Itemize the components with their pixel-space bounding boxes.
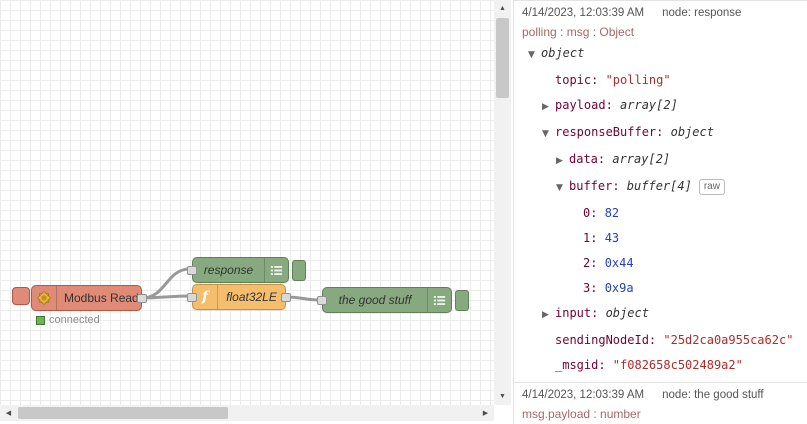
flow-canvas[interactable]: Modbus Read connected response f float32… (0, 0, 494, 405)
debug-enable-toggle[interactable] (292, 260, 306, 281)
tree-row: 1: 43 (522, 226, 801, 251)
modbus-read-node[interactable]: Modbus Read (31, 285, 147, 311)
tree-row: _msgid: "f082658c502489a2" (522, 353, 801, 378)
scroll-down-arrow-icon[interactable]: ▼ (494, 388, 511, 405)
status-dot-icon (36, 315, 45, 325)
tree-value: object (605, 306, 649, 320)
tree-row: 3: 0x9a (522, 276, 801, 301)
tree-value: "f082658c502489a2" (612, 358, 743, 372)
tree-row: ▼ responseBuffer: object (522, 120, 801, 147)
tree-row: ▶ payload: array[2] (522, 93, 801, 120)
tree-row: sendingNodeId: "25d2ca0a955ca62c" (522, 328, 801, 353)
node-label: response (203, 263, 254, 277)
horizontal-scrollbar[interactable]: ◀ ▶ (0, 405, 494, 421)
input-port[interactable] (187, 293, 197, 302)
scroll-right-arrow-icon[interactable]: ▶ (477, 405, 494, 421)
json-tree: ▼ object topic: "polling" ▶ payload: array[2… (522, 41, 801, 378)
modbus-icon (32, 286, 57, 310)
debug-node-good-stuff[interactable]: the good stuff (317, 287, 469, 313)
status-text: connected (49, 314, 100, 326)
scroll-up-arrow-icon[interactable]: ▲ (494, 0, 511, 17)
node-label: the good stuff (338, 293, 412, 307)
output-port[interactable] (137, 294, 147, 303)
tree-row: ▼ object (522, 41, 801, 68)
tree-value: "25d2ca0a955ca62c" (663, 333, 794, 347)
tree-value: 0x44 (604, 256, 634, 270)
debug-timestamp: 4/14/2023, 12:03:39 AM (522, 389, 645, 401)
expand-arrow-icon[interactable]: ▶ (556, 149, 569, 174)
collapse-arrow-icon[interactable]: ▼ (528, 43, 541, 68)
tree-row: ▶ input: object (522, 301, 801, 328)
tree-key: payload: (555, 98, 621, 112)
debug-list-icon (427, 288, 451, 312)
tree-key: sendingNodeId: (555, 333, 664, 347)
tree-key: _msgid: (555, 358, 613, 372)
scroll-left-arrow-icon[interactable]: ◀ (0, 405, 17, 421)
tree-row: 0: 82 (522, 201, 801, 226)
debug-message-good-stuff: 4/14/2023, 12:03:39 AM node: the good stu… (514, 382, 807, 424)
vertical-scrollbar[interactable]: ▲ ▼ (494, 0, 511, 405)
tree-row: ▼ buffer: buffer[4] raw (522, 174, 801, 201)
node-label: Modbus Read (64, 291, 139, 305)
tree-value: 82 (604, 206, 620, 220)
debug-node-response[interactable]: response (187, 257, 306, 283)
wire-float32-to-goodstuff[interactable] (285, 295, 321, 302)
tree-key: 0: (583, 206, 605, 220)
tree-value: object (670, 125, 714, 139)
tree-key: responseBuffer: (555, 125, 671, 139)
horizontal-scroll-thumb[interactable] (18, 407, 228, 419)
tree-row: ▶ data: array[2] (522, 147, 801, 174)
tree-value: object (541, 46, 585, 60)
collapse-arrow-icon[interactable]: ▼ (542, 122, 555, 147)
tree-value: array[2] (612, 152, 671, 166)
node-label: float32LE (226, 290, 277, 304)
tree-value: buffer[4] (626, 179, 692, 193)
tree-key: 2: (583, 256, 605, 270)
node-status: connected (36, 314, 100, 326)
debug-message-meta: 4/14/2023, 12:03:39 AM node: response (522, 5, 801, 21)
tree-key: 1: (583, 231, 605, 245)
wires-layer (141, 267, 321, 302)
expand-arrow-icon[interactable]: ▶ (542, 303, 555, 328)
debug-source-node: node: the good stuff (662, 389, 764, 401)
tree-value: "polling" (605, 73, 671, 87)
output-port[interactable] (281, 293, 291, 302)
raw-toggle-button[interactable]: raw (698, 179, 725, 195)
debug-enable-toggle[interactable] (455, 290, 469, 311)
debug-message-response: 4/14/2023, 12:03:39 AM node: response pol… (514, 0, 807, 382)
tree-row: 2: 0x44 (522, 251, 801, 276)
function-node-float32le[interactable]: f float32LE (187, 284, 291, 310)
debug-sidebar: 4/14/2023, 12:03:39 AM node: response pol… (513, 0, 807, 424)
tree-key: 3: (583, 281, 605, 295)
node-red-app: Modbus Read connected response f float32… (0, 0, 807, 424)
tree-key: data: (569, 152, 613, 166)
tree-key: buffer: (569, 179, 627, 193)
wire-modbus-to-response[interactable] (141, 267, 191, 300)
flow-canvas-wrap: Modbus Read connected response f float32… (0, 0, 513, 424)
unlabeled-modbus-node[interactable] (12, 287, 30, 305)
tree-key: topic: (555, 73, 606, 87)
debug-source-node: node: response (662, 7, 742, 19)
tree-value: 43 (604, 231, 620, 245)
input-port[interactable] (317, 296, 327, 305)
tree-value: 0x9a (604, 281, 634, 295)
debug-property-path: polling : msg : Object (522, 25, 635, 39)
tree-row: topic: "polling" (522, 68, 801, 93)
debug-property-path: msg.payload : number (522, 407, 641, 421)
expand-arrow-icon[interactable]: ▶ (542, 95, 555, 120)
tree-value: array[2] (620, 98, 678, 112)
tree-key: input: (555, 306, 606, 320)
collapse-arrow-icon[interactable]: ▼ (556, 176, 569, 201)
debug-message-meta: 4/14/2023, 12:03:39 AM node: the good stu… (522, 387, 801, 403)
vertical-scroll-thumb[interactable] (496, 18, 509, 98)
debug-timestamp: 4/14/2023, 12:03:39 AM (522, 7, 645, 19)
input-port[interactable] (187, 266, 197, 275)
debug-list-icon (264, 258, 288, 282)
